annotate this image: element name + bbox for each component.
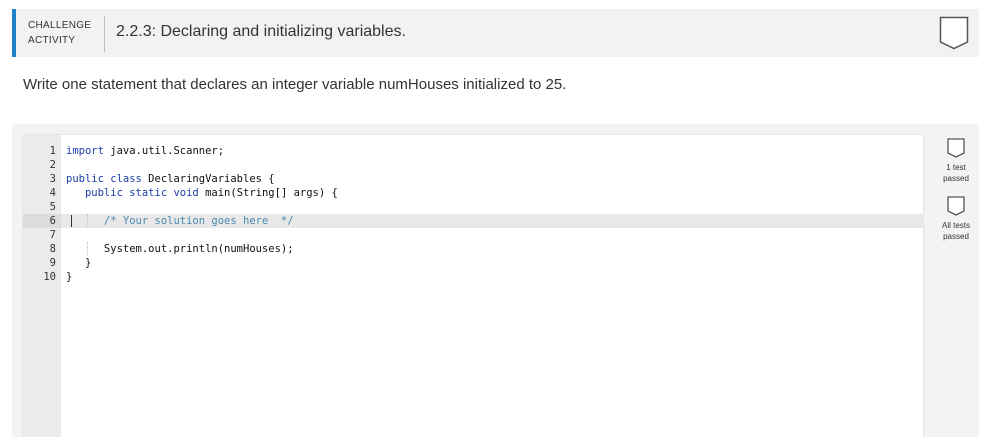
code-line-6[interactable]: 6 /* Your solution goes here */ bbox=[23, 214, 923, 228]
code-line-7[interactable]: 7 bbox=[23, 228, 923, 242]
code-line-1[interactable]: 1 import java.util.Scanner; bbox=[23, 144, 923, 158]
status-text-line-2: passed bbox=[943, 232, 969, 241]
code-text: } bbox=[66, 257, 92, 269]
code-line-9[interactable]: 9 } bbox=[23, 256, 923, 270]
code-line-3[interactable]: 3 public class DeclaringVariables { bbox=[23, 172, 923, 186]
shield-icon bbox=[947, 196, 965, 216]
line-number: 8 bbox=[49, 243, 56, 255]
code-comment: /* Your solution goes here */ bbox=[66, 215, 294, 227]
test-status-all: All tests passed bbox=[936, 196, 976, 242]
code-line-10[interactable]: 10 } bbox=[23, 270, 923, 284]
line-number: 5 bbox=[49, 201, 56, 213]
code-text: System.out.println(numHouses); bbox=[66, 243, 294, 255]
line-number: 3 bbox=[49, 173, 56, 185]
code-line-2[interactable]: 2 bbox=[23, 158, 923, 172]
badge-line-1: CHALLENGE bbox=[28, 20, 92, 31]
challenge-prompt: Write one statement that declares an int… bbox=[23, 76, 567, 93]
code-text: import java.util.Scanner; bbox=[66, 145, 225, 157]
status-text-line-2: passed bbox=[943, 174, 969, 183]
code-line-8[interactable]: 8 System.out.println(numHouses); bbox=[23, 242, 923, 256]
status-text-line-1: 1 test bbox=[946, 163, 966, 172]
shield-icon bbox=[947, 138, 965, 158]
code-line-5[interactable]: 5 bbox=[23, 200, 923, 214]
line-number: 10 bbox=[43, 271, 56, 283]
code-editor[interactable]: 1 import java.util.Scanner; 2 3 public c… bbox=[23, 135, 923, 437]
line-number: 6 bbox=[49, 215, 56, 227]
code-text: public class DeclaringVariables { bbox=[66, 173, 275, 185]
badge-line-2: ACTIVITY bbox=[28, 35, 76, 46]
code-text: } bbox=[66, 271, 73, 283]
line-number: 4 bbox=[49, 187, 56, 199]
code-text: public static void main(String[] args) { bbox=[84, 187, 338, 199]
activity-title: 2.2.3: Declaring and initializing variab… bbox=[116, 23, 406, 40]
line-number: 1 bbox=[49, 145, 56, 157]
shield-icon bbox=[939, 16, 969, 50]
line-number: 7 bbox=[49, 229, 56, 241]
challenge-header: CHALLENGE ACTIVITY 2.2.3: Declaring and … bbox=[12, 9, 979, 57]
line-number: 9 bbox=[49, 257, 56, 269]
challenge-activity-badge: CHALLENGE ACTIVITY bbox=[28, 18, 108, 48]
code-line-4[interactable]: 4 public static void main(String[] args)… bbox=[23, 186, 923, 200]
test-status-1: 1 test passed bbox=[936, 138, 976, 184]
line-number: 2 bbox=[49, 159, 56, 171]
header-divider bbox=[104, 16, 105, 52]
status-text-line-1: All tests bbox=[941, 221, 970, 230]
